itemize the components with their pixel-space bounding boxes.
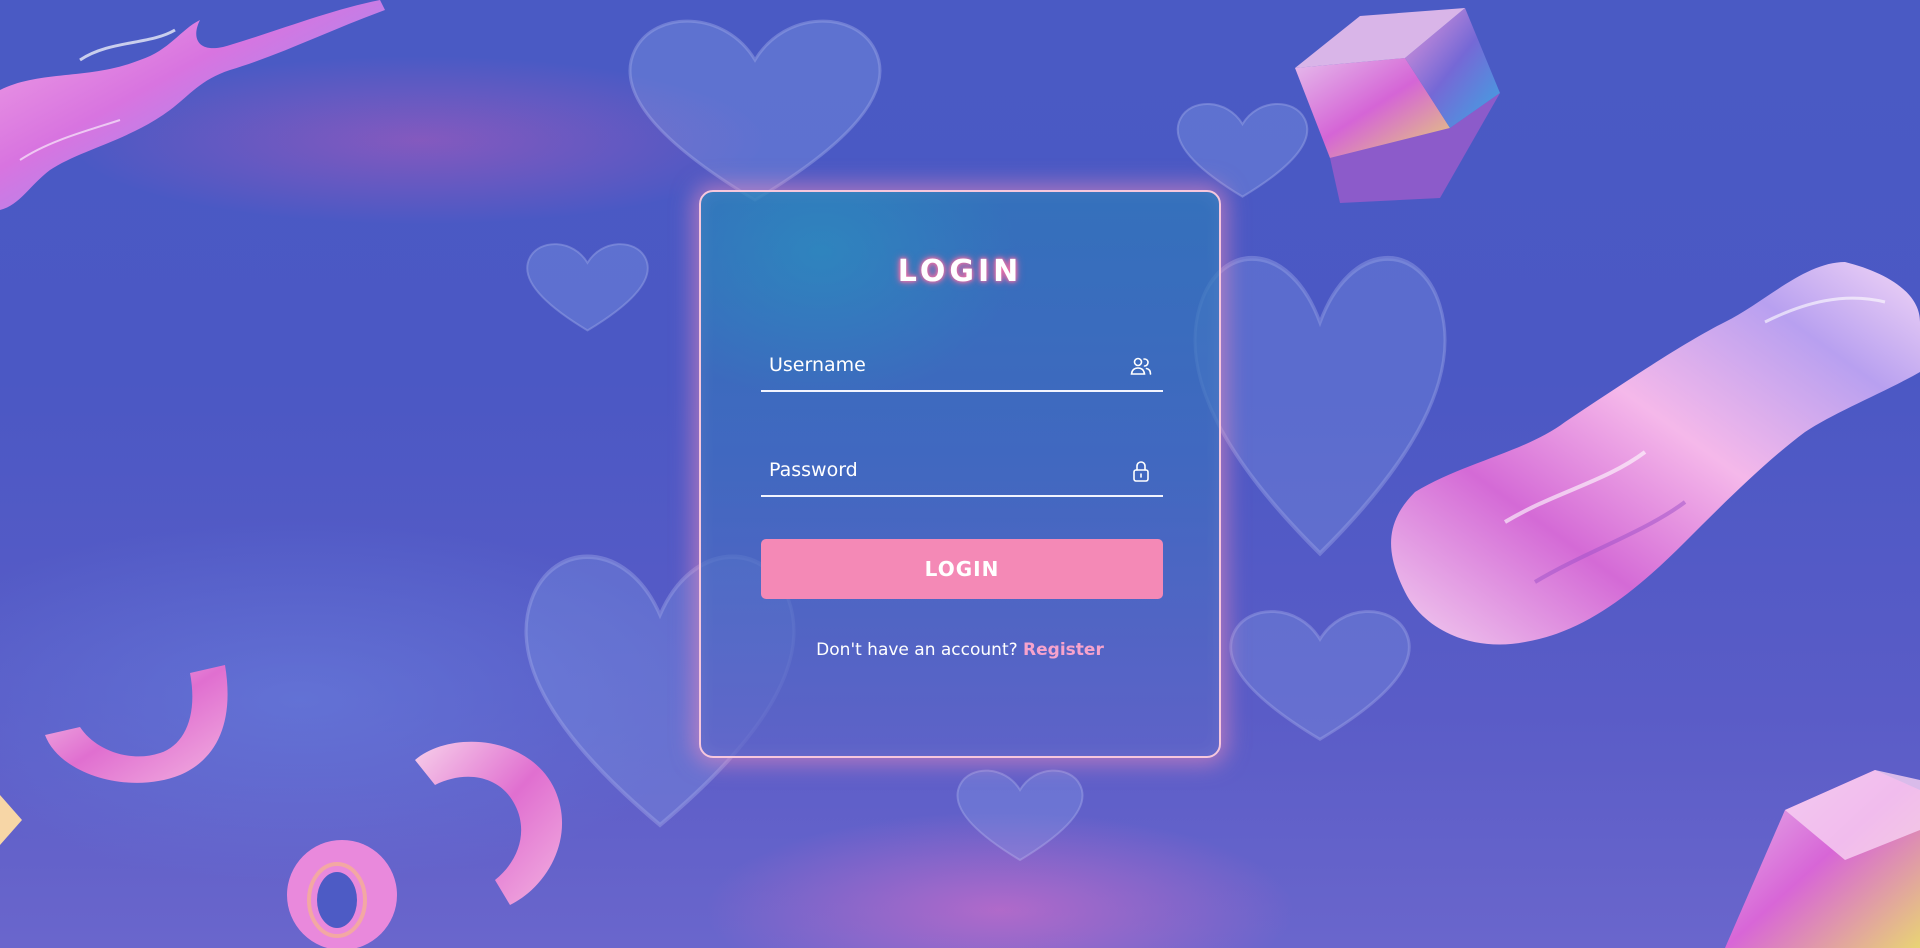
login-title: LOGIN xyxy=(897,254,1023,289)
username-input[interactable]: Username xyxy=(769,354,866,376)
username-field[interactable]: Username xyxy=(761,348,1163,392)
fabric-decoration xyxy=(1391,262,1920,645)
password-input[interactable]: Password xyxy=(769,459,858,481)
register-prompt-text: Don't have an account? xyxy=(816,640,1018,660)
liquid-splash-decoration xyxy=(0,0,385,210)
heart-decoration xyxy=(956,769,1084,862)
heart-decoration xyxy=(526,243,649,332)
users-icon xyxy=(1130,357,1152,375)
arc-decoration xyxy=(45,665,228,783)
ring-decoration xyxy=(287,840,397,948)
heart-decoration xyxy=(628,19,882,202)
shape-decoration xyxy=(0,795,22,845)
login-button[interactable]: LOGIN xyxy=(761,539,1163,599)
register-link[interactable]: Register xyxy=(1023,640,1104,660)
cube-decoration xyxy=(1295,8,1500,203)
register-prompt: Don't have an account? Register xyxy=(701,640,1219,660)
cube-decoration xyxy=(1725,770,1920,948)
password-field[interactable]: Password xyxy=(761,453,1163,497)
lock-icon xyxy=(1133,461,1149,482)
arc-decoration xyxy=(415,741,563,905)
login-card: LOGIN Username Password LOGIN Don't have… xyxy=(699,190,1221,758)
